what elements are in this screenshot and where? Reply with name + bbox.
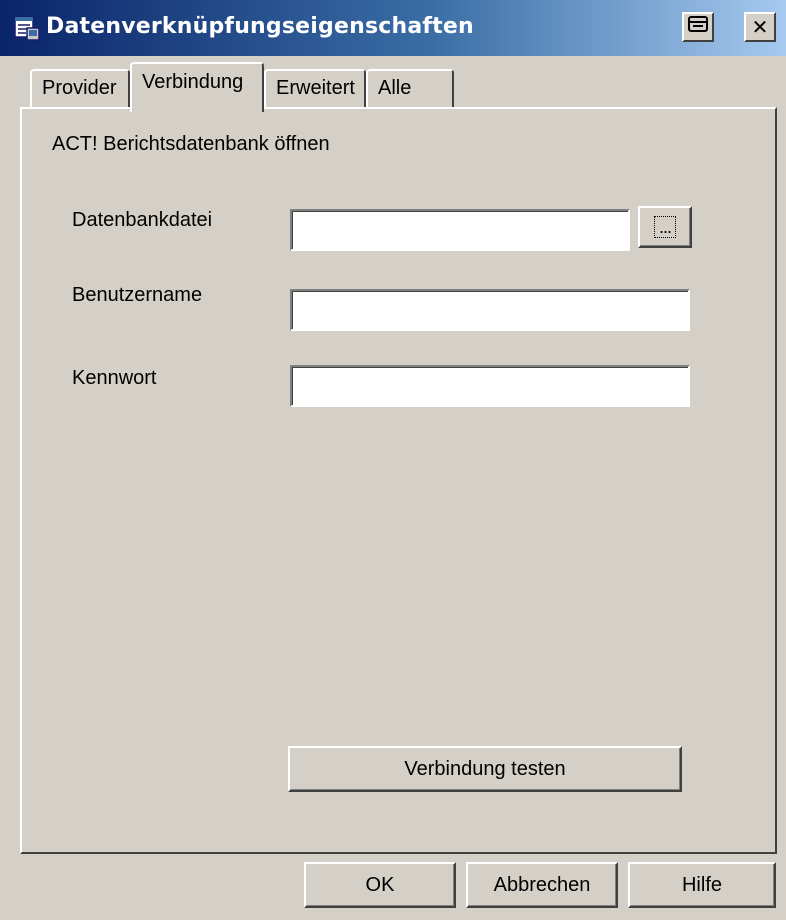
data-link-icon [14, 15, 40, 41]
window-title: Datenverknüpfungseigenschaften [46, 14, 474, 39]
ok-button[interactable]: OK [304, 862, 456, 908]
close-icon: ✕ [751, 15, 769, 39]
tab-provider[interactable]: Provider [30, 69, 130, 109]
close-button[interactable]: ✕ [744, 12, 776, 42]
browse-label: ... [653, 216, 676, 238]
tab-panel-verbindung: ACT! Berichtsdatenbank öffnen Datenbankd… [20, 107, 777, 854]
help-title-button[interactable] [682, 12, 714, 42]
cancel-button[interactable]: Abbrechen [466, 862, 618, 908]
database-file-label: Datenbankdatei [72, 209, 213, 231]
panel-heading: ACT! Berichtsdatenbank öffnen [52, 133, 330, 155]
title-bar[interactable]: Datenverknüpfungseigenschaften ✕ [0, 0, 786, 56]
tab-verbindung[interactable]: Verbindung [130, 62, 264, 112]
browse-button[interactable]: ... [638, 206, 692, 248]
help-icon [687, 15, 709, 39]
username-input[interactable] [290, 289, 690, 331]
password-label: Kennwort [72, 367, 157, 389]
tab-erweitert[interactable]: Erweitert [264, 69, 366, 109]
username-label: Benutzername [72, 284, 203, 306]
database-file-input[interactable] [290, 209, 630, 251]
dialog-window: Datenverknüpfungseigenschaften ✕ Provide… [0, 0, 786, 920]
tab-alle[interactable]: Alle [366, 69, 454, 109]
password-input[interactable] [290, 365, 690, 407]
help-button[interactable]: Hilfe [628, 862, 776, 908]
test-connection-button[interactable]: Verbindung testen [288, 746, 682, 792]
